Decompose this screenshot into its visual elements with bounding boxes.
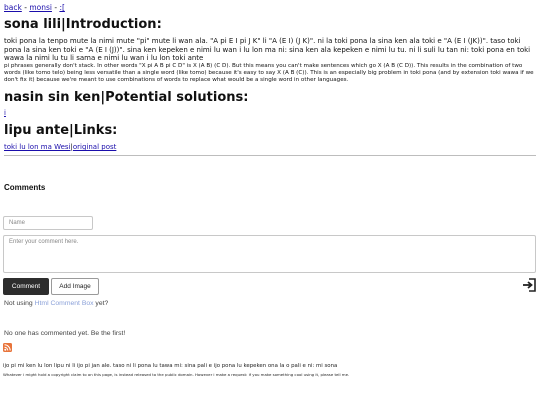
nav-link-monsi[interactable]: monsi (29, 3, 52, 12)
add-image-button[interactable]: Add Image (51, 278, 99, 295)
powered-by-text: Not using Html Comment Box yet? (4, 300, 108, 307)
comment-textarea[interactable]: Enter your comment here. (3, 235, 536, 273)
powered-by-prefix: Not using (4, 300, 35, 307)
comment-button[interactable]: Comment (3, 278, 49, 295)
link-original-post[interactable]: original post (73, 143, 117, 151)
footer-toki-pona-notice: ijo pi mi ken lu lon lipu ni li ijo pi j… (3, 363, 338, 369)
links-heading: lipu ante|Links: (4, 123, 118, 139)
login-arrow-icon[interactable] (522, 278, 536, 292)
intro-text-english: pi phrases generally don't stack. In oth… (4, 62, 534, 84)
nav-link-sad[interactable]: :[ (59, 3, 64, 12)
links-row: toki lu lon ma Wesi|original post (4, 143, 536, 152)
solutions-link[interactable]: i (4, 109, 6, 117)
comments-title: Comments (4, 183, 46, 193)
page: back - monsi - :[ sona lili|Introduction… (0, 0, 540, 193)
intro-text-toki-pona: toki pona la tenpo mute la nimi mute "pi… (4, 37, 531, 63)
no-comments-message: No one has commented yet. Be the first! (4, 330, 126, 337)
link-toki-lu-lon-ma-wesi[interactable]: toki lu lon ma Wesi (4, 143, 71, 151)
rss-feed-icon[interactable] (3, 343, 12, 352)
html-comment-box-link[interactable]: Html Comment Box (35, 300, 94, 307)
powered-by-suffix: yet? (93, 300, 109, 307)
content-divider (4, 155, 536, 157)
nav-link-back[interactable]: back (4, 3, 22, 12)
footer-english-notice: Whatever i might hold a copyright claim … (3, 372, 350, 377)
intro-heading: sona lili|Introduction: (4, 17, 162, 32)
name-input[interactable]: Name (3, 216, 93, 230)
top-navigation: back - monsi - :[ (4, 3, 536, 13)
solutions-heading: nasin sin ken|Potential solutions: (4, 90, 249, 106)
